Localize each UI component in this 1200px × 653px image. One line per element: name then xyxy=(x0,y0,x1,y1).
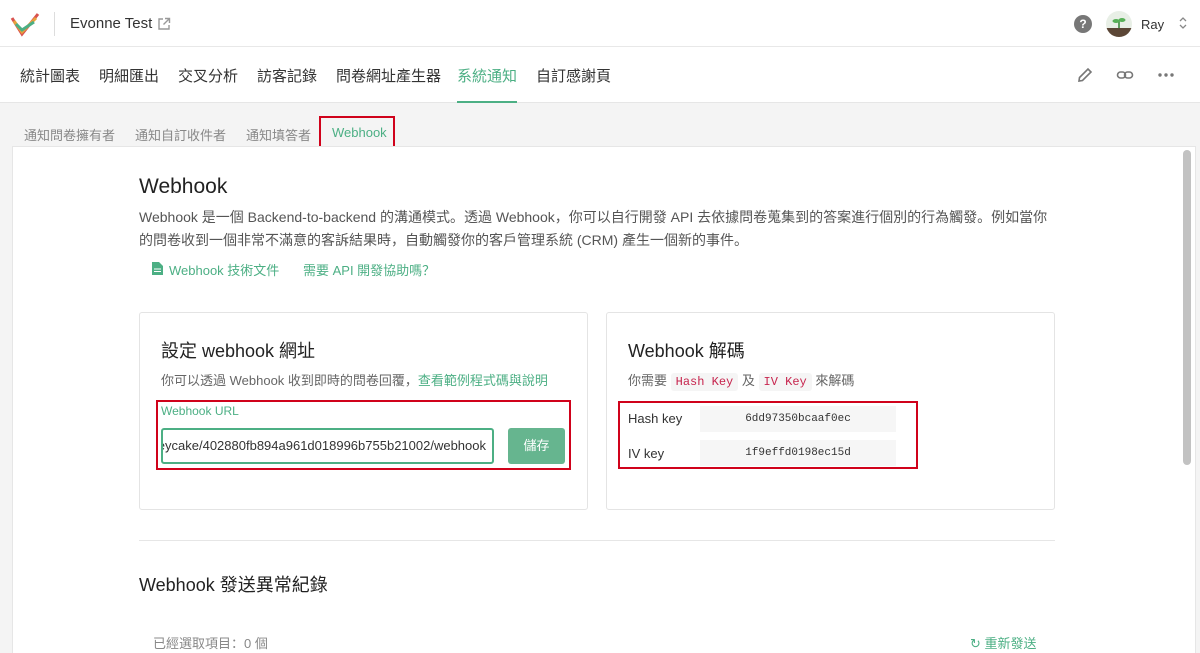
url-card-title: 設定 webhook 網址 xyxy=(161,341,316,361)
error-log-title: Webhook 發送異常紀錄 xyxy=(139,575,328,595)
help-icon[interactable]: ? xyxy=(1074,15,1092,33)
nav-item-charts[interactable]: 統計圖表 xyxy=(20,65,80,103)
link-icon[interactable] xyxy=(1116,66,1134,84)
top-bar: Evonne Test ? Ray xyxy=(0,0,1200,47)
chevron-updown-icon[interactable] xyxy=(1178,16,1188,30)
resend-button[interactable]: ↻ 重新發送 xyxy=(970,633,1037,652)
doc-link[interactable]: Webhook 技術文件 xyxy=(169,260,279,279)
section-description: Webhook 是一個 Backend-to-backend 的溝通模式。透過 … xyxy=(139,209,1048,248)
avatar[interactable] xyxy=(1106,11,1132,37)
resend-label: 重新發送 xyxy=(984,636,1037,651)
hash-key-code: Hash Key xyxy=(670,373,739,391)
help-link[interactable]: 需要 API 開發協助嗎？ xyxy=(303,260,435,279)
divider xyxy=(54,12,55,36)
iv-key-code: IV Key xyxy=(758,373,812,391)
nav-item-url-generator[interactable]: 問卷網址產生器 xyxy=(336,65,441,103)
url-card-desc-text: 你可以透過 Webhook 收到即時的問卷回覆， xyxy=(161,373,418,388)
url-card-description: 你可以透過 Webhook 收到即時的問卷回覆，查看範例程式碼與說明 xyxy=(161,370,548,389)
nav-item-thank-you-page[interactable]: 自訂感謝頁 xyxy=(536,65,611,103)
highlight-box-url xyxy=(156,400,571,470)
selected-count: 已經選取項目：0 個 xyxy=(153,636,268,651)
nav-item-notifications[interactable]: 系統通知 xyxy=(457,65,518,103)
edit-icon[interactable] xyxy=(1076,66,1094,84)
user-name[interactable]: Ray xyxy=(1141,17,1164,32)
subtab-notify-custom[interactable]: 通知自訂收件者 xyxy=(135,125,226,144)
scrollbar[interactable] xyxy=(1183,150,1191,465)
sample-code-link[interactable]: 查看範例程式碼與說明 xyxy=(418,373,548,388)
main-nav: 統計圖表 明細匯出 交叉分析 訪客記錄 問卷網址產生器 系統通知 自訂感謝頁 xyxy=(0,47,1200,103)
document-icon xyxy=(152,262,163,275)
decode-card-description: 你需要 Hash Key 及 IV Key 來解碼 xyxy=(628,370,855,391)
nav-item-cross-analysis[interactable]: 交叉分析 xyxy=(178,65,238,103)
highlight-box-keys xyxy=(618,401,918,469)
survey-title: Evonne Test xyxy=(70,15,153,32)
subtab-notify-respondent[interactable]: 通知填答者 xyxy=(246,125,311,144)
decode-desc-and: 及 xyxy=(741,373,755,388)
section-divider xyxy=(139,540,1055,541)
external-link-icon[interactable] xyxy=(157,17,171,31)
nav-item-visitor-log[interactable]: 訪客記錄 xyxy=(257,65,317,103)
more-options-icon[interactable] xyxy=(1157,66,1175,84)
decode-desc-suffix: 來解碼 xyxy=(815,373,855,388)
app-logo-icon[interactable] xyxy=(10,10,40,38)
decode-desc-prefix: 你需要 xyxy=(628,373,668,388)
decode-card-title: Webhook 解碼 xyxy=(628,341,745,361)
subtab-notify-owner[interactable]: 通知問卷擁有者 xyxy=(24,125,115,144)
nav-item-export[interactable]: 明細匯出 xyxy=(99,65,159,103)
section-title: Webhook xyxy=(139,175,228,198)
